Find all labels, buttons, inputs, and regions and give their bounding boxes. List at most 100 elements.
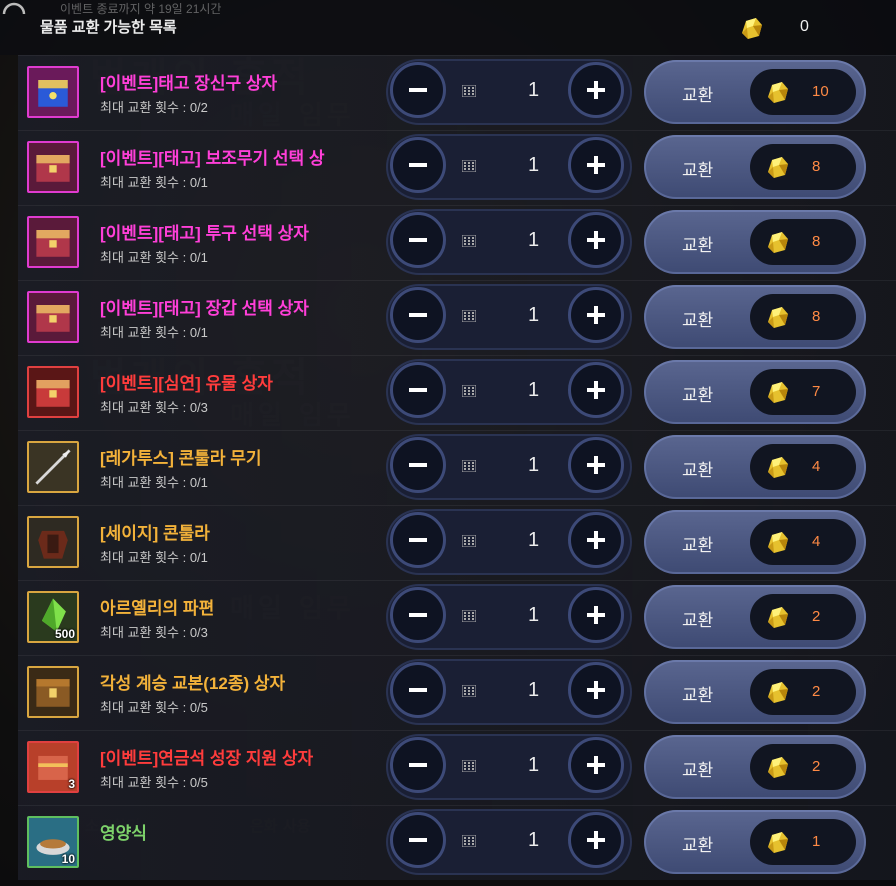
exchange-limit: 최대 교환 횟수 : 0/1 — [100, 325, 208, 340]
quantity-value[interactable]: 1 — [528, 154, 539, 177]
exchange-button[interactable]: 교환 4 — [644, 435, 866, 499]
cost-badge: 7 — [750, 369, 856, 415]
quantity-value[interactable]: 1 — [528, 679, 539, 702]
quantity-value[interactable]: 1 — [528, 454, 539, 477]
gold-ore-icon — [768, 682, 788, 703]
increase-button[interactable] — [568, 287, 624, 343]
increase-button[interactable] — [568, 512, 624, 568]
keypad-icon[interactable] — [462, 610, 476, 622]
decrease-button[interactable] — [390, 812, 446, 868]
keypad-icon[interactable] — [462, 160, 476, 172]
item-icon[interactable]: 500 — [27, 591, 79, 643]
increase-button[interactable] — [568, 737, 624, 793]
exchange-button[interactable]: 교환 10 — [644, 60, 866, 124]
item-name: 아르옐리의 파편 — [100, 599, 215, 618]
decrease-button[interactable] — [390, 212, 446, 268]
exchange-button[interactable]: 교환 1 — [644, 810, 866, 874]
cost-value: 8 — [812, 158, 821, 175]
increase-button[interactable] — [568, 212, 624, 268]
increase-button[interactable] — [568, 812, 624, 868]
exchange-limit: 최대 교환 횟수 : 0/5 — [100, 775, 208, 790]
plus-icon — [587, 456, 605, 474]
increase-button[interactable] — [568, 587, 624, 643]
exchange-button[interactable]: 교환 2 — [644, 660, 866, 724]
quantity-value[interactable]: 1 — [528, 379, 539, 402]
keypad-icon[interactable] — [462, 835, 476, 847]
increase-button[interactable] — [568, 62, 624, 118]
quantity-value[interactable]: 1 — [528, 829, 539, 852]
quantity-stepper: 1 — [386, 509, 632, 575]
exchange-button[interactable]: 교환 7 — [644, 360, 866, 424]
quantity-value[interactable]: 1 — [528, 754, 539, 777]
keypad-icon[interactable] — [462, 385, 476, 397]
item-icon[interactable] — [27, 141, 79, 193]
decrease-button[interactable] — [390, 662, 446, 718]
quantity-value[interactable]: 1 — [528, 604, 539, 627]
cost-value: 8 — [812, 308, 821, 325]
quantity-value[interactable]: 1 — [528, 304, 539, 327]
decrease-button[interactable] — [390, 62, 446, 118]
minus-icon — [409, 463, 427, 467]
exchange-button[interactable]: 교환 8 — [644, 135, 866, 199]
decrease-button[interactable] — [390, 137, 446, 193]
list-item: 각성 계승 교본(12종) 상자 최대 교환 횟수 : 0/5 1 교환 2 — [18, 655, 896, 730]
decrease-button[interactable] — [390, 437, 446, 493]
cost-value: 2 — [812, 683, 821, 700]
increase-button[interactable] — [568, 662, 624, 718]
keypad-icon[interactable] — [462, 535, 476, 547]
keypad-icon[interactable] — [462, 310, 476, 322]
cost-badge: 8 — [750, 294, 856, 340]
quantity-value[interactable]: 1 — [528, 529, 539, 552]
plus-icon — [587, 81, 605, 99]
item-icon[interactable] — [27, 291, 79, 343]
increase-button[interactable] — [568, 437, 624, 493]
item-icon[interactable] — [27, 216, 79, 268]
keypad-icon[interactable] — [462, 685, 476, 697]
keypad-icon[interactable] — [462, 760, 476, 772]
exchange-button[interactable]: 교환 2 — [644, 735, 866, 799]
keypad-icon[interactable] — [462, 235, 476, 247]
decrease-button[interactable] — [390, 287, 446, 343]
item-name: [이벤트][태고] 장갑 선택 상자 — [100, 299, 309, 318]
decrease-button[interactable] — [390, 362, 446, 418]
quantity-value[interactable]: 1 — [528, 79, 539, 102]
gold-ore-icon — [768, 307, 788, 328]
item-icon[interactable]: 3 — [27, 741, 79, 793]
cost-value: 7 — [812, 383, 821, 400]
item-icon[interactable] — [27, 366, 79, 418]
keypad-icon[interactable] — [462, 85, 476, 97]
decrease-button[interactable] — [390, 587, 446, 643]
decrease-button[interactable] — [390, 512, 446, 568]
item-stack-count: 10 — [61, 852, 75, 866]
item-icon[interactable]: 10 — [27, 816, 79, 868]
keypad-icon[interactable] — [462, 460, 476, 472]
exchange-button[interactable]: 교환 2 — [644, 585, 866, 649]
exchange-button[interactable]: 교환 8 — [644, 210, 866, 274]
armor-icon — [29, 518, 77, 566]
exchange-label: 교환 — [682, 311, 714, 330]
gold-ore-icon — [768, 757, 788, 778]
minus-icon — [409, 163, 427, 167]
item-name: 각성 계승 교본(12종) 상자 — [100, 674, 286, 693]
back-arc-icon[interactable] — [0, 0, 28, 28]
plus-icon — [587, 681, 605, 699]
decrease-button[interactable] — [390, 737, 446, 793]
exchange-limit: 최대 교환 횟수 : 0/2 — [100, 100, 208, 115]
exchange-button[interactable]: 교환 8 — [644, 285, 866, 349]
item-icon[interactable] — [27, 666, 79, 718]
plus-icon — [587, 531, 605, 549]
item-stack-count: 500 — [54, 627, 75, 641]
item-stack-count: 3 — [68, 777, 75, 791]
increase-button[interactable] — [568, 137, 624, 193]
item-icon[interactable] — [27, 516, 79, 568]
gold-ore-icon — [742, 18, 762, 39]
plus-icon — [587, 831, 605, 849]
item-icon[interactable] — [27, 441, 79, 493]
increase-button[interactable] — [568, 362, 624, 418]
list-item: [이벤트][태고] 보조무기 선택 상 최대 교환 횟수 : 0/1 1 교환 8 — [18, 130, 896, 205]
exchange-button[interactable]: 교환 4 — [644, 510, 866, 574]
quantity-value[interactable]: 1 — [528, 229, 539, 252]
list-item: 3 [이벤트]연금석 성장 지원 상자 최대 교환 횟수 : 0/5 1 교환 2 — [18, 730, 896, 805]
item-icon[interactable] — [27, 66, 79, 118]
exchange-limit: 최대 교환 횟수 : 0/3 — [100, 625, 208, 640]
